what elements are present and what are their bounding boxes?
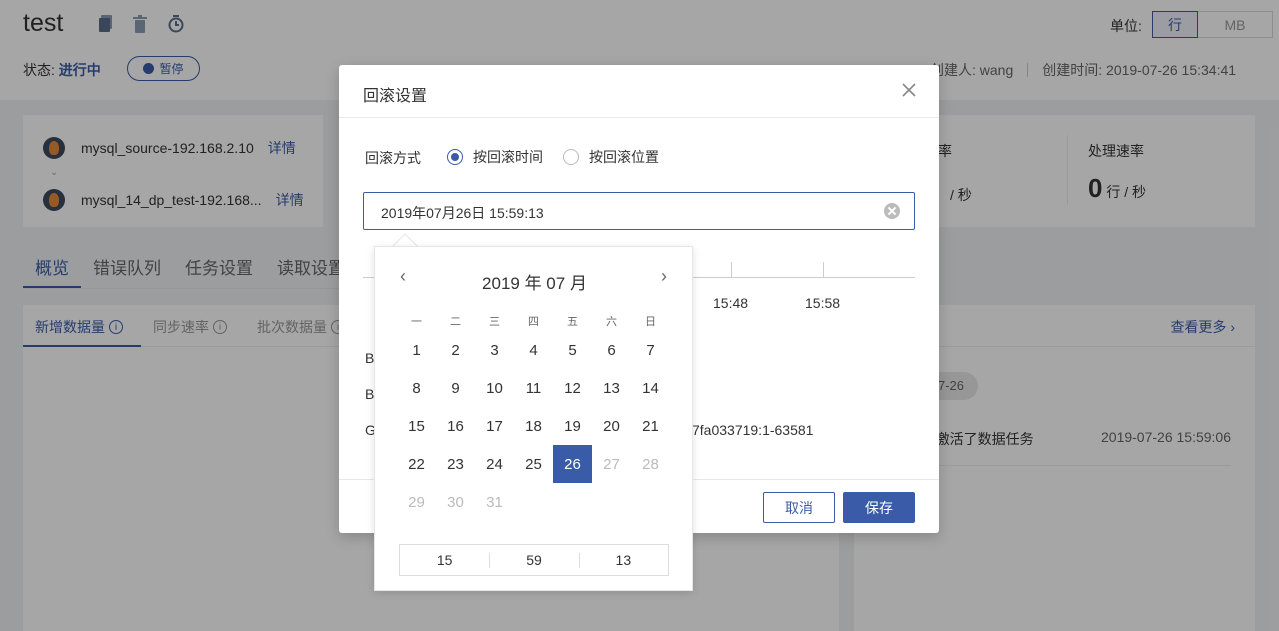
chevron-left-icon[interactable]: ‹ xyxy=(396,267,410,285)
dialog-title: 回滚设置 xyxy=(363,88,428,105)
calendar-day: 27 xyxy=(603,455,620,473)
weekday-header: 六 xyxy=(606,316,617,328)
weekday-header: 二 xyxy=(450,316,461,328)
calendar-day[interactable]: 1 xyxy=(397,331,436,369)
calendar-day[interactable]: 7 xyxy=(631,331,670,369)
weekday-header: 四 xyxy=(528,316,539,328)
timeline-label: 15:48 xyxy=(713,295,749,311)
radio-by-position[interactable]: 按回滚位置 xyxy=(563,147,659,167)
calendar-day[interactable]: 11 xyxy=(514,369,553,407)
calendar-day[interactable]: 10 xyxy=(475,369,514,407)
calendar-day[interactable]: 9 xyxy=(436,369,475,407)
time-selector: 15 59 13 xyxy=(399,544,669,576)
radio-by-time[interactable]: 按回滚时间 xyxy=(447,147,543,167)
calendar-day[interactable]: 18 xyxy=(514,407,553,445)
save-button[interactable]: 保存 xyxy=(843,492,915,523)
radio-unchecked-icon xyxy=(563,149,579,165)
timeline-tick xyxy=(731,262,732,277)
chevron-right-icon[interactable]: › xyxy=(657,267,671,285)
calendar-day[interactable]: 14 xyxy=(631,369,670,407)
calendar-day-selected[interactable]: 26 xyxy=(553,445,592,483)
weekday-header: 三 xyxy=(489,316,500,328)
calendar-day: 30 xyxy=(447,493,464,511)
datetime-input[interactable]: 2019年07月26日 15:59:13 xyxy=(363,192,915,230)
close-icon[interactable] xyxy=(900,81,918,99)
weekday-header: 一 xyxy=(411,316,422,328)
cancel-button[interactable]: 取消 xyxy=(763,492,835,523)
calendar-day[interactable]: 17 xyxy=(475,407,514,445)
second-field[interactable]: 13 xyxy=(578,545,668,575)
hour-field[interactable]: 15 xyxy=(400,545,489,575)
timeline-label: 15:58 xyxy=(805,295,841,311)
binlog-position-label: B xyxy=(365,386,375,402)
calendar-grid: 一二三四五六日 1 2 3 4 5 6 7 8 9 10 11 12 13 14 15 16 17 18 19 20 21… xyxy=(397,311,670,521)
calendar-day[interactable]: 4 xyxy=(514,331,553,369)
calendar-day[interactable]: 16 xyxy=(436,407,475,445)
minute-field[interactable]: 59 xyxy=(489,545,578,575)
dialog-header: 回滚设置 xyxy=(339,65,939,118)
calendar-day[interactable]: 23 xyxy=(436,445,475,483)
calendar-day[interactable]: 21 xyxy=(631,407,670,445)
calendar-day: 28 xyxy=(642,455,659,473)
clear-icon[interactable] xyxy=(884,203,900,219)
calendar-day[interactable]: 20 xyxy=(592,407,631,445)
calendar-day[interactable]: 19 xyxy=(553,407,592,445)
binlog-label: B xyxy=(365,350,375,366)
radio-label: 按回滚位置 xyxy=(589,149,659,165)
radio-label: 按回滚时间 xyxy=(473,149,543,165)
gtid-value: 7fa033719:1-63581 xyxy=(692,422,814,438)
rollback-mode-label: 回滚方式 xyxy=(365,150,421,166)
calendar-day[interactable]: 22 xyxy=(397,445,436,483)
calendar-day[interactable]: 13 xyxy=(592,369,631,407)
weekday-header: 日 xyxy=(645,316,656,328)
calendar-day[interactable]: 24 xyxy=(475,445,514,483)
calendar-day[interactable]: 25 xyxy=(514,445,553,483)
calendar-day: 29 xyxy=(408,493,425,511)
calendar-day[interactable]: 6 xyxy=(592,331,631,369)
calendar-day: 31 xyxy=(486,493,503,511)
calendar-month-title: 2019 年 07 月 xyxy=(482,274,587,293)
weekday-header: 五 xyxy=(567,316,578,328)
datetime-value: 2019年07月26日 15:59:13 xyxy=(381,205,544,221)
calendar-day[interactable]: 15 xyxy=(397,407,436,445)
calendar-day[interactable]: 5 xyxy=(553,331,592,369)
calendar-day[interactable]: 12 xyxy=(553,369,592,407)
timeline-tick xyxy=(823,262,824,277)
calendar-day[interactable]: 3 xyxy=(475,331,514,369)
calendar-day[interactable]: 2 xyxy=(436,331,475,369)
calendar-day[interactable]: 8 xyxy=(397,369,436,407)
radio-checked-icon xyxy=(447,149,463,165)
date-picker-popup: 2019 年 07 月 ‹ › 一二三四五六日 1 2 3 4 5 6 7 8 9 10 11 12 13… xyxy=(374,246,693,591)
